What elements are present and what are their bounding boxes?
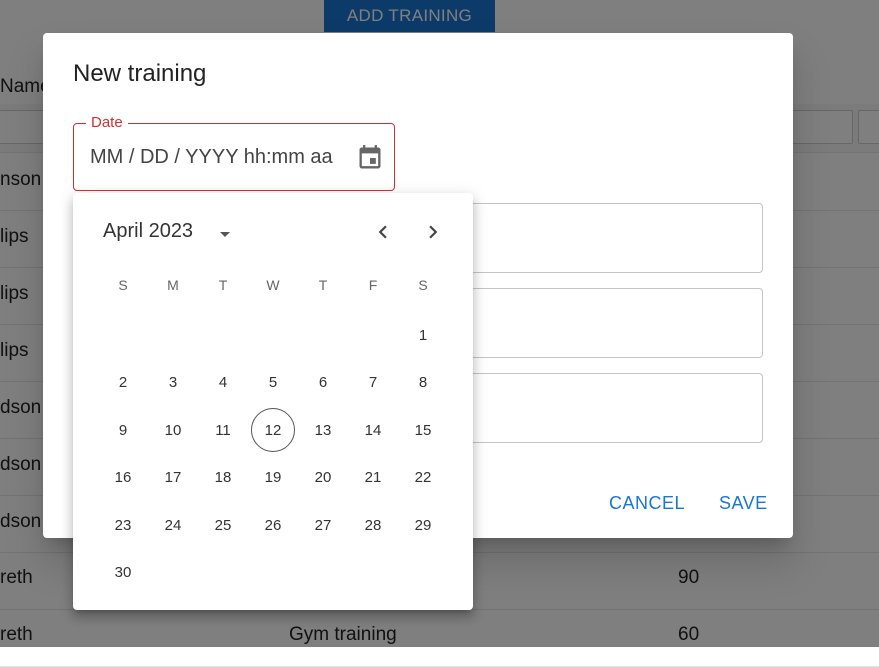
weekday-label: W (266, 277, 280, 293)
weekday-label: S (118, 277, 128, 293)
day-23[interactable]: 23 (101, 503, 145, 547)
day-19[interactable]: 19 (251, 456, 295, 500)
day-12[interactable]: 12 (251, 408, 295, 452)
day-21[interactable]: 21 (351, 456, 395, 500)
day-16[interactable]: 16 (101, 456, 145, 500)
day-10[interactable]: 10 (151, 408, 195, 452)
day-15[interactable]: 15 (401, 408, 445, 452)
day-13[interactable]: 13 (301, 408, 345, 452)
arrow-drop-down-icon[interactable] (213, 222, 237, 246)
weekday-label: M (167, 277, 179, 293)
day-29[interactable]: 29 (401, 503, 445, 547)
weekday-label: S (418, 277, 428, 293)
day-27[interactable]: 27 (301, 503, 345, 547)
day-6[interactable]: 6 (301, 361, 345, 405)
day-4[interactable]: 4 (201, 361, 245, 405)
weekday-label: F (368, 277, 378, 293)
date-picker: April 2023 SMTWTFS 1 2 3 4 5 6 7 8 9 10 11 12 13 14 15… (73, 193, 473, 610)
cancel-button[interactable]: CANCEL (609, 493, 685, 514)
customer-field[interactable] (443, 373, 763, 443)
day-11[interactable]: 11 (201, 408, 245, 452)
date-label: Date (86, 114, 128, 131)
date-field[interactable]: Date (73, 114, 395, 191)
duration-field[interactable] (443, 288, 763, 358)
date-input[interactable] (90, 144, 338, 170)
weekday-label: T (218, 277, 228, 293)
day-1[interactable]: 1 (401, 313, 445, 357)
chevron-right-icon[interactable] (420, 219, 446, 245)
chevron-left-icon[interactable] (370, 219, 396, 245)
day-3[interactable]: 3 (151, 361, 195, 405)
day-2[interactable]: 2 (101, 361, 145, 405)
day-14[interactable]: 14 (351, 408, 395, 452)
save-button[interactable]: SAVE (719, 493, 768, 514)
day-24[interactable]: 24 (151, 503, 195, 547)
day-5[interactable]: 5 (251, 361, 295, 405)
day-30[interactable]: 30 (101, 551, 145, 595)
dialog-title: New training (73, 60, 207, 87)
day-7[interactable]: 7 (351, 361, 395, 405)
day-20[interactable]: 20 (301, 456, 345, 500)
day-22[interactable]: 22 (401, 456, 445, 500)
month-year-label[interactable]: April 2023 (103, 220, 193, 243)
weekday-label: T (318, 277, 328, 293)
day-9[interactable]: 9 (101, 408, 145, 452)
day-8[interactable]: 8 (401, 361, 445, 405)
day-28[interactable]: 28 (351, 503, 395, 547)
day-18[interactable]: 18 (201, 456, 245, 500)
calendar-icon[interactable] (356, 144, 384, 172)
day-26[interactable]: 26 (251, 503, 295, 547)
day-17[interactable]: 17 (151, 456, 195, 500)
activity-field[interactable] (443, 203, 763, 273)
day-25[interactable]: 25 (201, 503, 245, 547)
